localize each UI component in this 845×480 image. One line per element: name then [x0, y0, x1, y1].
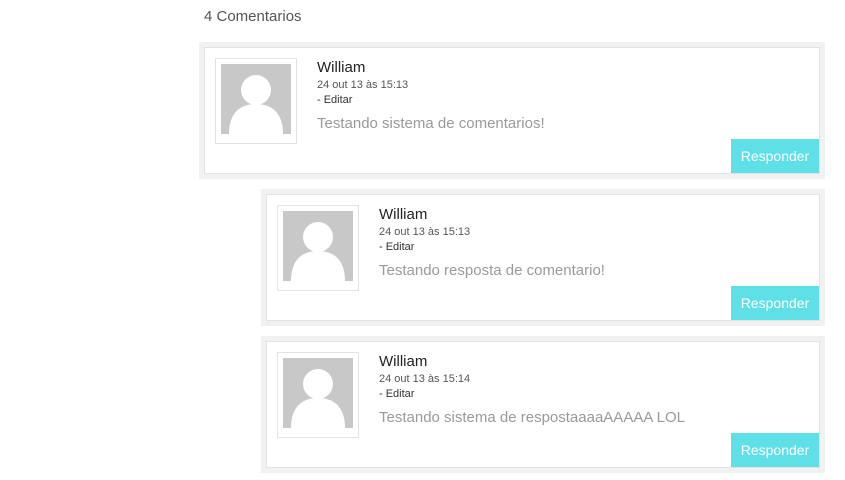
comment-reply-item: William 24 out 13 às 15:13 - Editar Test… [261, 189, 825, 326]
comment-text: Testando sistema de respostaaaaAAAAA LOL [379, 409, 686, 426]
reply-button[interactable]: Responder [731, 139, 819, 173]
comment-date: 24 out 13 às 15:13 [379, 226, 471, 238]
avatar [277, 352, 359, 438]
default-user-avatar-icon [283, 211, 353, 281]
reply-button[interactable]: Responder [731, 286, 819, 320]
reply-button[interactable]: Responder [731, 433, 819, 467]
comment-author: William [317, 59, 366, 76]
default-user-avatar-icon [283, 358, 353, 428]
comment-author: William [379, 353, 428, 370]
default-user-avatar-icon [221, 64, 291, 134]
edit-link[interactable]: - Editar [317, 94, 352, 106]
comment-card: William 24 out 13 às 15:13 - Editar Test… [266, 194, 820, 321]
comment-author: William [379, 206, 428, 223]
comment-card: William 24 out 13 às 15:14 - Editar Test… [266, 341, 820, 468]
comment-item: William 24 out 13 às 15:13 - Editar Test… [199, 42, 825, 179]
avatar [277, 205, 359, 291]
edit-link[interactable]: - Editar [379, 241, 414, 253]
comment-text: Testando sistema de comentarios! [317, 115, 545, 132]
comment-card: William 24 out 13 às 15:13 - Editar Test… [204, 47, 820, 174]
comment-date: 24 out 13 às 15:14 [379, 373, 471, 385]
avatar [215, 58, 297, 144]
comment-reply-item: William 24 out 13 às 15:14 - Editar Test… [261, 336, 825, 473]
edit-link[interactable]: - Editar [379, 388, 414, 400]
comments-count-heading: 4 Comentarios [204, 8, 302, 25]
comment-date: 24 out 13 às 15:13 [317, 79, 409, 91]
comment-text: Testando resposta de comentario! [379, 262, 605, 279]
